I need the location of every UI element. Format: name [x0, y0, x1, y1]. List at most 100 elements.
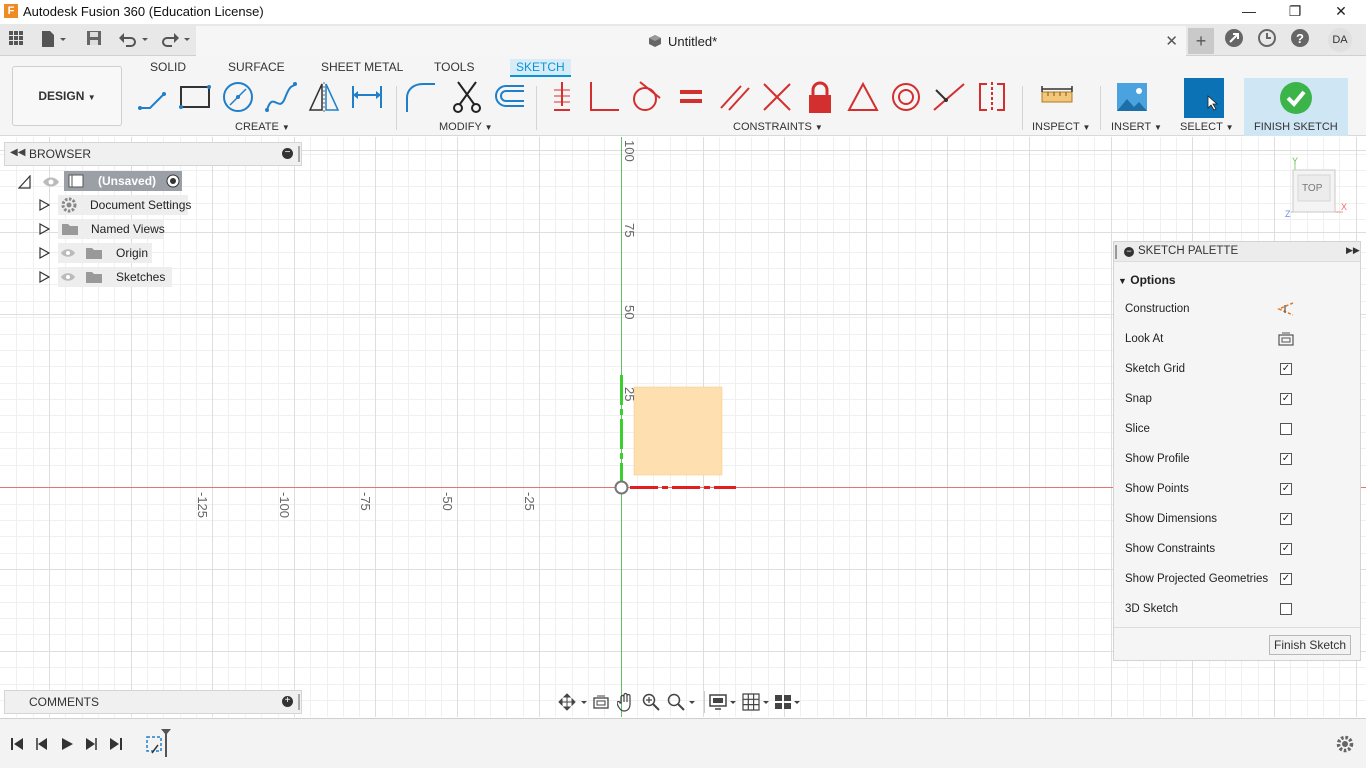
circle-tool-icon[interactable] [221, 80, 255, 114]
browser-panel-header[interactable]: ◀◀ BROWSER − [4, 142, 302, 166]
go-to-start-icon[interactable] [10, 737, 24, 751]
fillet-tool-icon[interactable] [403, 80, 437, 114]
midpoint-constraint-icon[interactable] [846, 80, 880, 114]
sketch-timeline-feature-icon[interactable] [144, 727, 174, 759]
visibility-eye-icon[interactable] [60, 272, 76, 282]
help-icon[interactable]: ? [1288, 28, 1312, 52]
equal-constraint-icon[interactable] [674, 80, 708, 114]
spline-tool-icon[interactable] [264, 80, 298, 114]
palette-header[interactable]: − SKETCH PALETTE ▶▶ [1114, 242, 1360, 262]
expand-arrow-icon[interactable] [38, 271, 50, 283]
fit-zoom-icon[interactable] [667, 693, 697, 711]
browser-root-row[interactable]: (Unsaved) [18, 170, 198, 192]
show-points-checkbox[interactable]: ✓ [1280, 483, 1292, 495]
browser-item-sketches[interactable]: Sketches [38, 266, 198, 288]
activate-radio-icon[interactable] [166, 174, 180, 188]
panel-grip-icon[interactable] [298, 146, 300, 162]
expand-triangle-icon[interactable] [18, 175, 32, 189]
browser-item-origin[interactable]: Origin [38, 242, 198, 264]
line-tool-icon[interactable] [136, 80, 170, 114]
panel-grip-icon[interactable] [298, 694, 300, 710]
tangent-constraint-icon[interactable] [630, 80, 664, 114]
browser-collapse-icon[interactable]: − [282, 148, 293, 159]
expand-arrow-icon[interactable] [38, 199, 50, 211]
tab-surface[interactable]: SURFACE [222, 59, 291, 77]
dimension-tool-icon[interactable] [350, 80, 384, 114]
grid-settings-icon[interactable] [742, 693, 772, 711]
add-comment-icon[interactable]: + [282, 696, 293, 707]
tab-sketch[interactable]: SKETCH [510, 59, 571, 77]
sketch-profile[interactable] [633, 386, 723, 476]
look-at-view-icon[interactable] [592, 693, 610, 711]
collinear-constraint-icon[interactable] [760, 80, 794, 114]
tab-sheet-metal[interactable]: SHEET METAL [315, 59, 409, 77]
restore-button[interactable]: ❐ [1272, 0, 1318, 24]
parallel-constraint-icon[interactable] [717, 80, 751, 114]
redo-icon[interactable] [160, 30, 194, 50]
measure-tool-icon[interactable] [1040, 80, 1074, 114]
insert-image-icon[interactable] [1115, 80, 1149, 114]
insert-menu[interactable]: INSERT ▼ [1111, 121, 1162, 133]
modify-menu[interactable]: MODIFY ▼ [439, 121, 493, 133]
data-panel-grid-icon[interactable] [8, 30, 24, 50]
finish-sketch-button[interactable]: Finish Sketch [1269, 635, 1351, 655]
construction-icon[interactable] [1277, 301, 1295, 317]
visibility-eye-icon[interactable] [60, 248, 76, 258]
concentric-constraint-icon[interactable] [889, 80, 923, 114]
sketch-grid-checkbox[interactable]: ✓ [1280, 363, 1292, 375]
workspace-switcher[interactable]: DESIGN ▼ [12, 66, 122, 126]
collapse-panel-icon[interactable]: ◀◀ [10, 147, 25, 158]
display-settings-icon[interactable] [709, 693, 739, 711]
symmetry-constraint-icon[interactable] [932, 80, 966, 114]
zoom-icon[interactable] [642, 693, 660, 711]
step-back-icon[interactable] [35, 737, 49, 751]
minimize-button[interactable]: — [1226, 0, 1272, 24]
close-window-button[interactable]: ✕ [1318, 0, 1364, 24]
constraints-menu[interactable]: CONSTRAINTS ▼ [733, 121, 823, 133]
3d-sketch-checkbox[interactable] [1280, 603, 1292, 615]
snap-checkbox[interactable]: ✓ [1280, 393, 1292, 405]
finish-sketch-ribbon-button[interactable]: FINISH SKETCH ▼ [1244, 78, 1348, 144]
expand-arrow-icon[interactable] [38, 223, 50, 235]
select-tool-icon[interactable] [1184, 78, 1224, 118]
mirror-tool-icon[interactable] [307, 80, 341, 114]
view-cube[interactable]: X Y Z TOP [1284, 156, 1348, 219]
play-icon[interactable] [60, 737, 74, 751]
timeline-settings-gear-icon[interactable] [1336, 735, 1354, 753]
close-tab-icon[interactable]: ✕ [1165, 32, 1178, 50]
job-status-icon[interactable] [1255, 28, 1279, 52]
trim-scissors-icon[interactable] [450, 80, 484, 114]
expand-arrow-icon[interactable] [38, 247, 50, 259]
create-menu[interactable]: CREATE ▼ [235, 121, 290, 133]
browser-item-document-settings[interactable]: Document Settings [38, 194, 198, 216]
panel-grip-icon[interactable] [1115, 245, 1117, 259]
select-menu[interactable]: SELECT ▼ [1180, 121, 1234, 133]
palette-collapse-icon[interactable]: − [1124, 247, 1134, 257]
file-menu-icon[interactable] [40, 30, 68, 50]
show-profile-checkbox[interactable]: ✓ [1280, 453, 1292, 465]
pan-hand-icon[interactable] [617, 692, 635, 712]
tab-tools[interactable]: TOOLS [428, 59, 480, 77]
expand-panel-icon[interactable]: ▶▶ [1346, 245, 1360, 256]
browser-item-named-views[interactable]: Named Views [38, 218, 198, 240]
show-projected-geometries-checkbox[interactable]: ✓ [1280, 573, 1292, 585]
step-forward-icon[interactable] [84, 737, 98, 751]
user-avatar[interactable]: DA [1328, 28, 1352, 52]
visibility-eye-icon[interactable] [42, 176, 60, 188]
undo-icon[interactable] [118, 30, 152, 50]
comments-panel-header[interactable]: COMMENTS + [4, 690, 302, 714]
show-constraints-checkbox[interactable]: ✓ [1280, 543, 1292, 555]
look-at-icon[interactable] [1277, 331, 1295, 347]
new-tab-button[interactable]: + [1188, 28, 1214, 54]
tab-solid[interactable]: SOLID [144, 59, 192, 77]
save-icon[interactable] [86, 30, 102, 50]
rectangle-tool-icon[interactable] [178, 80, 212, 114]
options-section-header[interactable]: ▼ Options [1118, 273, 1176, 287]
go-to-end-icon[interactable] [109, 737, 123, 751]
extensions-icon[interactable] [1222, 28, 1246, 52]
horizontal-vertical-constraint-icon[interactable] [975, 80, 1009, 114]
offset-tool-icon[interactable] [492, 80, 526, 114]
coincident-constraint-icon[interactable] [544, 80, 578, 114]
slice-checkbox[interactable] [1280, 423, 1292, 435]
show-dimensions-checkbox[interactable]: ✓ [1280, 513, 1292, 525]
